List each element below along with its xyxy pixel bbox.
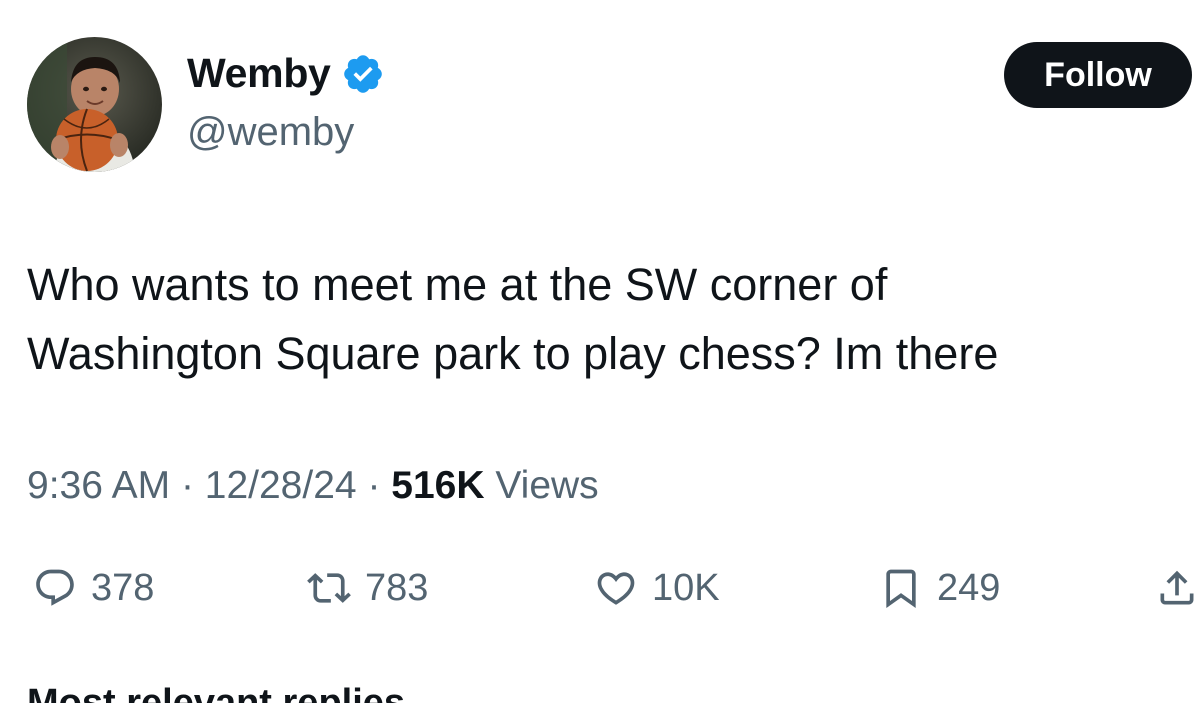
follow-button[interactable]: Follow [1004,42,1192,108]
tweet-date[interactable]: 12/28/24 [205,464,357,507]
retweet-button[interactable]: 783 [307,560,428,616]
replies-sort-heading[interactable]: Most relevant replies [27,682,405,703]
tweet-page: Wemby @wemby Follow Who wants to meet me… [0,0,1200,703]
meta-separator: · [180,464,194,507]
bookmark-icon [886,569,916,609]
views-label: Views [495,464,599,507]
avatar[interactable] [27,37,162,172]
author-name-row[interactable]: Wemby [187,50,385,97]
tweet-text-line: Washington Square park to play chess? Im… [27,328,999,379]
like-button[interactable]: 10K [594,560,720,616]
tweet-meta: 9:36 AM · 12/28/24 · 516K Views [27,464,599,508]
like-count: 10K [652,566,720,609]
reply-count: 378 [91,566,155,609]
reply-bubble-icon [36,569,74,606]
bookmark-count: 249 [937,566,1001,609]
avatar-photo-image [27,37,162,172]
reply-button[interactable]: 378 [33,560,154,616]
bookmark-button[interactable]: 249 [879,560,1000,616]
action-bar: 378 783 10K 249 [0,560,1200,616]
share-button[interactable] [1155,560,1199,616]
tweet-text: Who wants to meet me at the SW corner of… [27,250,1177,388]
author-handle[interactable]: @wemby [187,110,354,155]
tweet-text-line: Who wants to meet me at the SW corner of [27,259,888,310]
meta-separator: · [367,464,381,507]
tweet-time[interactable]: 9:36 AM [27,464,170,507]
retweet-arrows-icon [307,573,351,603]
retweet-count: 783 [365,566,429,609]
views-count: 516K [391,464,485,507]
author-display-name[interactable]: Wemby [187,50,331,97]
share-upload-icon [1160,570,1194,605]
heart-icon [597,572,635,605]
verified-badge-icon[interactable] [341,52,385,96]
